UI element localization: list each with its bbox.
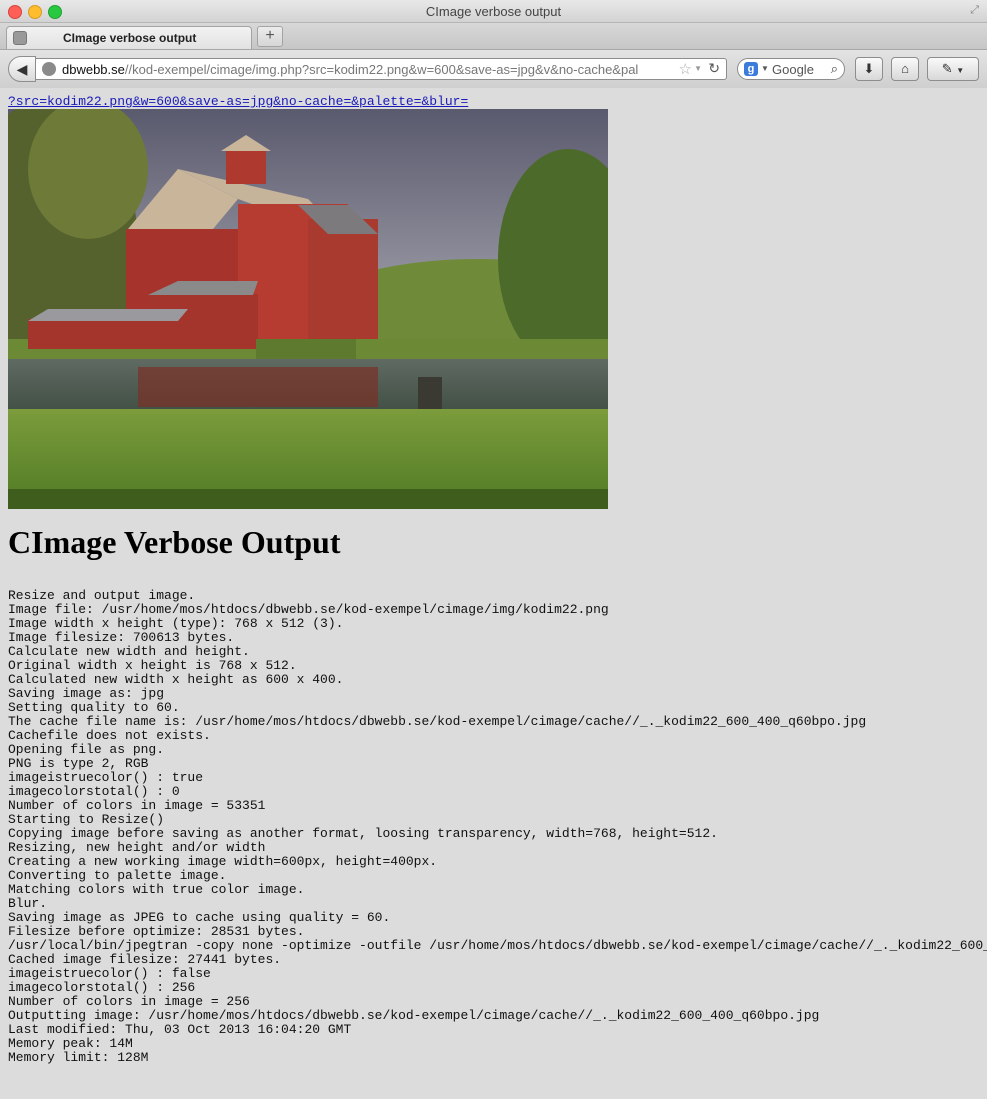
query-string-link[interactable]: ?src=kodim22.png&w=600&save-as=jpg&no-ca… [8, 94, 468, 109]
window-title: CImage verbose output [425, 4, 562, 19]
log-line: Number of colors in image = 53351 [8, 798, 266, 813]
log-line: Copying image before saving as another f… [8, 826, 718, 841]
log-line: Creating a new working image width=600px… [8, 854, 438, 869]
log-line: Saving image as JPEG to cache using qual… [8, 910, 391, 925]
log-line: Number of colors in image = 256 [8, 994, 250, 1009]
log-line: Outputting image: /usr/home/mos/htdocs/d… [8, 1008, 820, 1023]
log-line: Calculate new width and height. [8, 644, 250, 659]
log-line: imageistruecolor() : true [8, 770, 204, 785]
home-button[interactable]: ⌂ [891, 57, 919, 81]
search-engine-dropdown-icon[interactable]: ▼ [761, 64, 769, 73]
tab-bar: CImage verbose output + [0, 23, 987, 50]
log-line: Memory peak: 14M [8, 1036, 133, 1051]
pipette-icon: ✎ [941, 61, 953, 76]
downloads-button[interactable]: ⬇ [855, 57, 883, 81]
tab-cimage[interactable]: CImage verbose output [6, 26, 252, 49]
log-line: Opening file as png. [8, 742, 165, 757]
download-arrow-icon: ⬇ [863, 61, 875, 76]
navigation-toolbar: ◀ dbwebb.se//kod-exempel/cimage/img.php?… [0, 50, 987, 89]
log-line: Matching colors with true color image. [8, 882, 305, 897]
log-line: Memory limit: 128M [8, 1050, 149, 1065]
log-line: Resizing, new height and/or width [8, 840, 266, 855]
log-line: Filesize before optimize: 28531 bytes. [8, 924, 305, 939]
back-button[interactable]: ◀ [8, 56, 36, 82]
new-tab-button[interactable]: + [257, 26, 283, 47]
log-line: The cache file name is: /usr/home/mos/ht… [8, 714, 867, 729]
page-icon [13, 31, 27, 45]
log-line: Cachefile does not exists. [8, 728, 211, 743]
address-bar[interactable]: dbwebb.se//kod-exempel/cimage/img.php?sr… [35, 58, 727, 80]
tab-label: CImage verbose output [63, 31, 197, 45]
page-content: ?src=kodim22.png&w=600&save-as=jpg&no-ca… [0, 88, 987, 1099]
url-path: //kod-exempel/cimage/img.php?src=kodim22… [124, 62, 639, 77]
search-bar[interactable]: g ▼ Google ⌕ [737, 58, 845, 80]
fullscreen-icon[interactable]: ⤢ [970, 4, 979, 17]
log-line: Image width x height (type): 768 x 512 (… [8, 616, 344, 631]
log-line: Last modified: Thu, 03 Oct 2013 16:04:20… [8, 1022, 352, 1037]
log-line: imageistruecolor() : false [8, 966, 211, 981]
home-icon: ⌂ [901, 61, 909, 76]
log-line: Cached image filesize: 27441 bytes. [8, 952, 282, 967]
url-text[interactable]: dbwebb.se//kod-exempel/cimage/img.php?sr… [62, 62, 638, 77]
title-bar: CImage verbose output ⤢ [0, 0, 987, 23]
reload-icon[interactable]: ↻ [708, 60, 720, 77]
log-line: Converting to palette image. [8, 868, 227, 883]
log-line: Image filesize: 700613 bytes. [8, 630, 235, 645]
search-icon[interactable]: ⌕ [831, 61, 838, 77]
log-line: Blur. [8, 896, 48, 911]
history-dropdown-icon[interactable]: ▼ [694, 64, 702, 73]
search-placeholder: Google [772, 62, 814, 77]
verbose-log: Resize and output image. Image file: /usr… [8, 589, 987, 1065]
log-line: Calculated new width x height as 600 x 4… [8, 672, 344, 687]
log-line: Setting quality to 60. [8, 700, 180, 715]
page-title: CImage Verbose Output [8, 524, 341, 560]
log-line: Starting to Resize() [8, 812, 165, 827]
tools-menu-button[interactable]: ✎ ▼ [927, 57, 979, 81]
google-icon[interactable]: g [744, 62, 758, 76]
log-line: Saving image as: jpg [8, 686, 165, 701]
log-line: imagecolorstotal() : 0 [8, 784, 180, 799]
barn-photo [8, 109, 608, 509]
log-line: Resize and output image. [8, 588, 196, 603]
log-line: PNG is type 2, RGB [8, 756, 149, 771]
log-line: Original width x height is 768 x 512. [8, 658, 297, 673]
browser-window: CImage verbose output ⤢ CImage verbose o… [0, 0, 987, 1099]
bookmark-star-icon[interactable]: ☆ [679, 60, 692, 78]
globe-icon [42, 62, 56, 76]
log-line: imagecolorstotal() : 256 [8, 980, 196, 995]
log-line: Image file: /usr/home/mos/htdocs/dbwebb.… [8, 602, 609, 617]
chevron-down-icon: ▼ [956, 66, 965, 75]
log-line: /usr/local/bin/jpegtran -copy none -opti… [8, 938, 987, 953]
url-host: dbwebb.se [62, 62, 125, 77]
